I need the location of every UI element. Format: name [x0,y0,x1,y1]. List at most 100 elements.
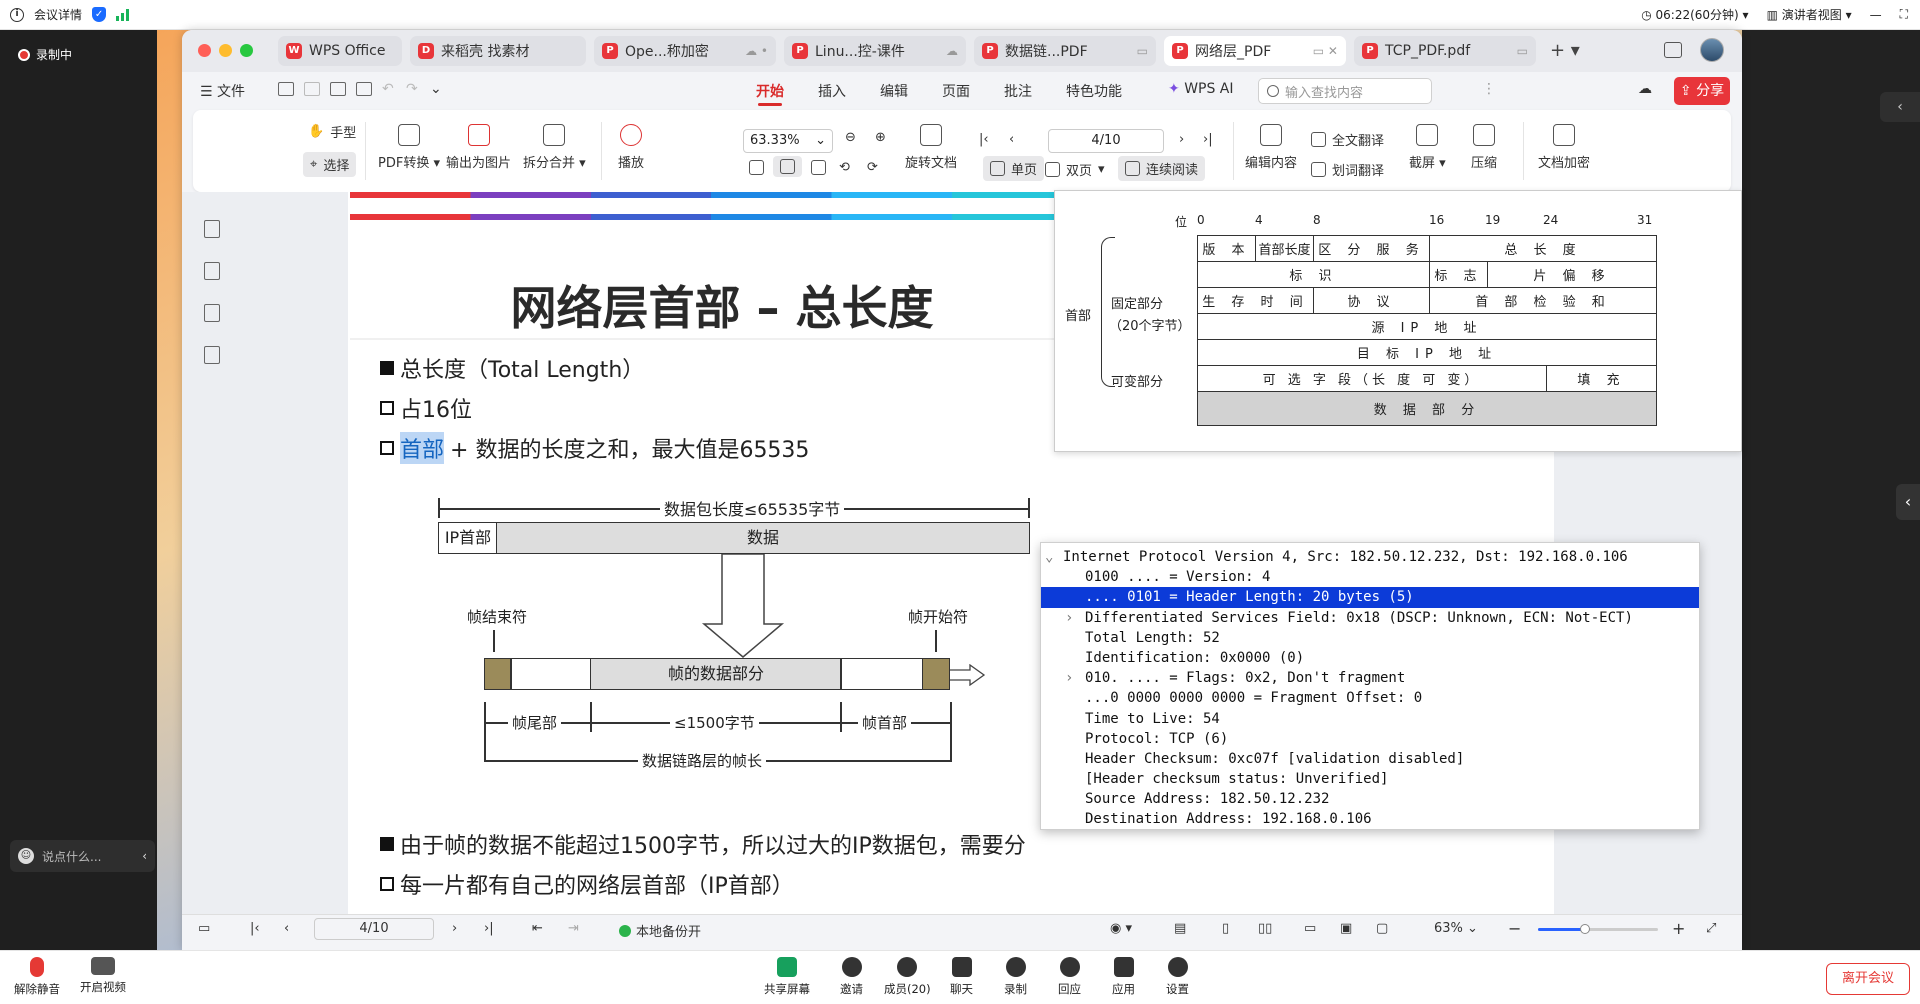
tree-row[interactable]: Identification: 0x0000 (0) [1041,648,1699,668]
undo-icon[interactable]: ↶ [382,81,394,97]
next-page-icon[interactable]: › [1179,132,1184,147]
zoom-in-icon[interactable]: ⊕ [875,130,886,145]
fit-page-status-icon[interactable]: ▣ [1340,921,1352,936]
chevron-right-icon[interactable]: › [1065,668,1073,688]
share-button[interactable]: ⇪ 分享 [1674,77,1730,105]
zoom-out-icon[interactable]: ⊖ [845,130,856,145]
pdf-convert-button[interactable]: PDF转换 ▾ [378,124,440,171]
cloud-sync-icon[interactable]: ☁ [1638,81,1652,97]
signal-icon[interactable] [116,8,130,21]
tab-network-layer-pdf[interactable]: P 网络层_PDF ▭ ✕ [1164,36,1346,66]
tree-row[interactable]: ...0 0000 0000 0000 = Fragment Offset: 0 [1041,688,1699,708]
continuous-view-icon[interactable]: ▤ [1174,921,1186,936]
print-preview-icon[interactable] [330,82,346,96]
unmute-button[interactable]: 解除静音 [14,957,60,997]
comment-icon[interactable] [204,304,220,322]
security-shield-icon[interactable]: ✓ [92,7,107,22]
fit-page-icon[interactable] [773,156,802,177]
rotate-document-button[interactable]: 旋转文档 [905,124,957,171]
view-switch-button[interactable]: ▥ 演讲者视图 ▾ [1767,6,1852,23]
zoom-select[interactable]: 63.33% ⌄ [743,129,833,153]
tree-row-ipv4[interactable]: ⌄ Internet Protocol Version 4, Src: 182.5… [1041,547,1699,567]
side-toggle-icon[interactable]: ‹ [1896,484,1920,520]
prev-page-icon[interactable]: ‹ [1009,132,1014,147]
rotate-right-icon[interactable]: ⟳ [867,160,878,175]
last-page-icon[interactable]: ›| [1203,132,1213,147]
tab-datalink-pdf[interactable]: P 数据链...PDF ▭ [974,36,1156,66]
actual-size-status-icon[interactable]: ▢ [1376,921,1388,936]
edit-content-button[interactable]: 编辑内容 [1245,124,1297,171]
tab-openssl-pdf[interactable]: P Ope...称加密 ☁ • [594,36,776,66]
emoji-icon[interactable]: ☺ [18,848,34,864]
first-page-icon[interactable]: |‹ [250,921,260,936]
expand-panel-icon[interactable]: ‹ [1880,92,1920,122]
menu-tab-page[interactable]: 页面 [942,81,970,101]
fullscreen-icon[interactable]: ⛶ [1900,7,1908,22]
local-backup-status[interactable]: 本地备份开 [619,921,701,940]
members-button[interactable]: 成员(20) [884,957,931,997]
file-menu[interactable]: ☰ 文件 [200,81,245,101]
status-page-input[interactable]: 4/10 [314,918,434,940]
print-icon[interactable] [356,82,372,96]
continuous-read-button[interactable]: 连续阅读 [1118,156,1206,181]
encrypt-button[interactable]: 文档加密 [1538,124,1590,171]
more-quick-icon[interactable]: ⌄ [430,81,442,97]
eye-mode-icon[interactable]: ◉ ▾ [1110,921,1132,936]
react-button[interactable]: 回应 [1058,957,1081,997]
invite-button[interactable]: 邀请 [840,957,863,997]
search-input[interactable]: 输入查找内容 [1258,78,1432,104]
highlighted-text[interactable]: 首部 [400,432,445,464]
open-icon[interactable] [278,82,294,96]
split-merge-button[interactable]: 拆分合并 ▾ [523,124,586,171]
redo-icon[interactable]: ↷ [406,81,418,97]
actual-size-icon[interactable] [749,160,764,175]
sidebar-toggle-icon[interactable]: ▭ [198,921,210,936]
share-screen-button[interactable]: 共享屏幕 [764,957,810,997]
minimize-icon[interactable]: — [1870,8,1882,22]
forward-icon[interactable]: ⇥ [568,921,579,936]
menu-tab-start[interactable]: 开始 [756,81,784,106]
tab-docer[interactable]: D 来稻壳 找素材 [410,36,586,66]
tree-row[interactable]: Protocol: TCP (6) [1041,729,1699,749]
screenshot-button[interactable]: 截屏 ▾ [1409,124,1446,171]
hand-tool-button[interactable]: ✋ 手型 [308,122,356,141]
maximize-window-button[interactable] [240,44,253,57]
prev-page-icon[interactable]: ‹ [284,921,289,936]
export-image-button[interactable]: 输出为图片 [446,124,511,171]
start-video-button[interactable]: 开启视频 [80,957,126,995]
wps-ai-button[interactable]: ✦ WPS AI [1168,81,1234,97]
select-tool-button[interactable]: ⌖ 选择 [303,152,357,177]
single-view-icon[interactable]: ▯ [1222,921,1229,936]
menu-tab-insert[interactable]: 插入 [818,81,846,101]
collapse-chat-icon[interactable]: ‹ [142,849,147,863]
tree-row[interactable]: Total Length: 52 [1041,628,1699,648]
last-page-icon[interactable]: ›| [484,921,494,936]
chat-button[interactable]: 聊天 [950,957,973,997]
close-tab-icon[interactable]: ▭ ✕ [1313,44,1338,58]
next-page-icon[interactable]: › [452,921,457,936]
thumbnail-icon[interactable] [204,262,220,280]
zoom-out-icon[interactable]: − [1508,919,1521,938]
tree-row[interactable]: Destination Address: 192.168.0.106 [1041,809,1699,829]
layout-icon[interactable] [1664,42,1682,58]
tab-linux-pdf[interactable]: P Linu...控-课件 ☁ [784,36,966,66]
tree-row[interactable]: 0100 .... = Version: 4 [1041,567,1699,587]
meeting-timer[interactable]: ◷ 06:22(60分钟) ▾ [1641,6,1748,23]
meeting-info-button[interactable]: 会议详情 [34,6,82,23]
menu-tab-comment[interactable]: 批注 [1004,81,1032,101]
chat-input[interactable]: ☺ 说点什么... ‹ [10,840,155,872]
tree-row[interactable]: Header Checksum: 0xc07f [validation disa… [1041,749,1699,769]
fit-width-icon[interactable] [811,160,826,175]
chevron-down-icon[interactable]: ⌄ [1045,547,1053,567]
double-page-button[interactable]: 双页 ▾ [1045,160,1105,179]
tree-row[interactable]: [Header checksum status: Unverified] [1041,769,1699,789]
leave-meeting-button[interactable]: 离开会议 [1826,963,1910,995]
wireshark-packet-details[interactable]: ⌄ Internet Protocol Version 4, Src: 182.5… [1040,542,1700,830]
single-page-button[interactable]: 单页 [983,156,1045,181]
menu-tab-features[interactable]: 特色功能 [1066,81,1122,101]
minimize-window-button[interactable] [219,44,232,57]
zoom-in-icon[interactable]: + [1672,919,1685,938]
tab-tcp-pdf[interactable]: P TCP_PDF.pdf ▭ [1354,36,1536,66]
menu-tab-edit[interactable]: 编辑 [880,81,908,101]
first-page-icon[interactable]: |‹ [979,132,989,147]
